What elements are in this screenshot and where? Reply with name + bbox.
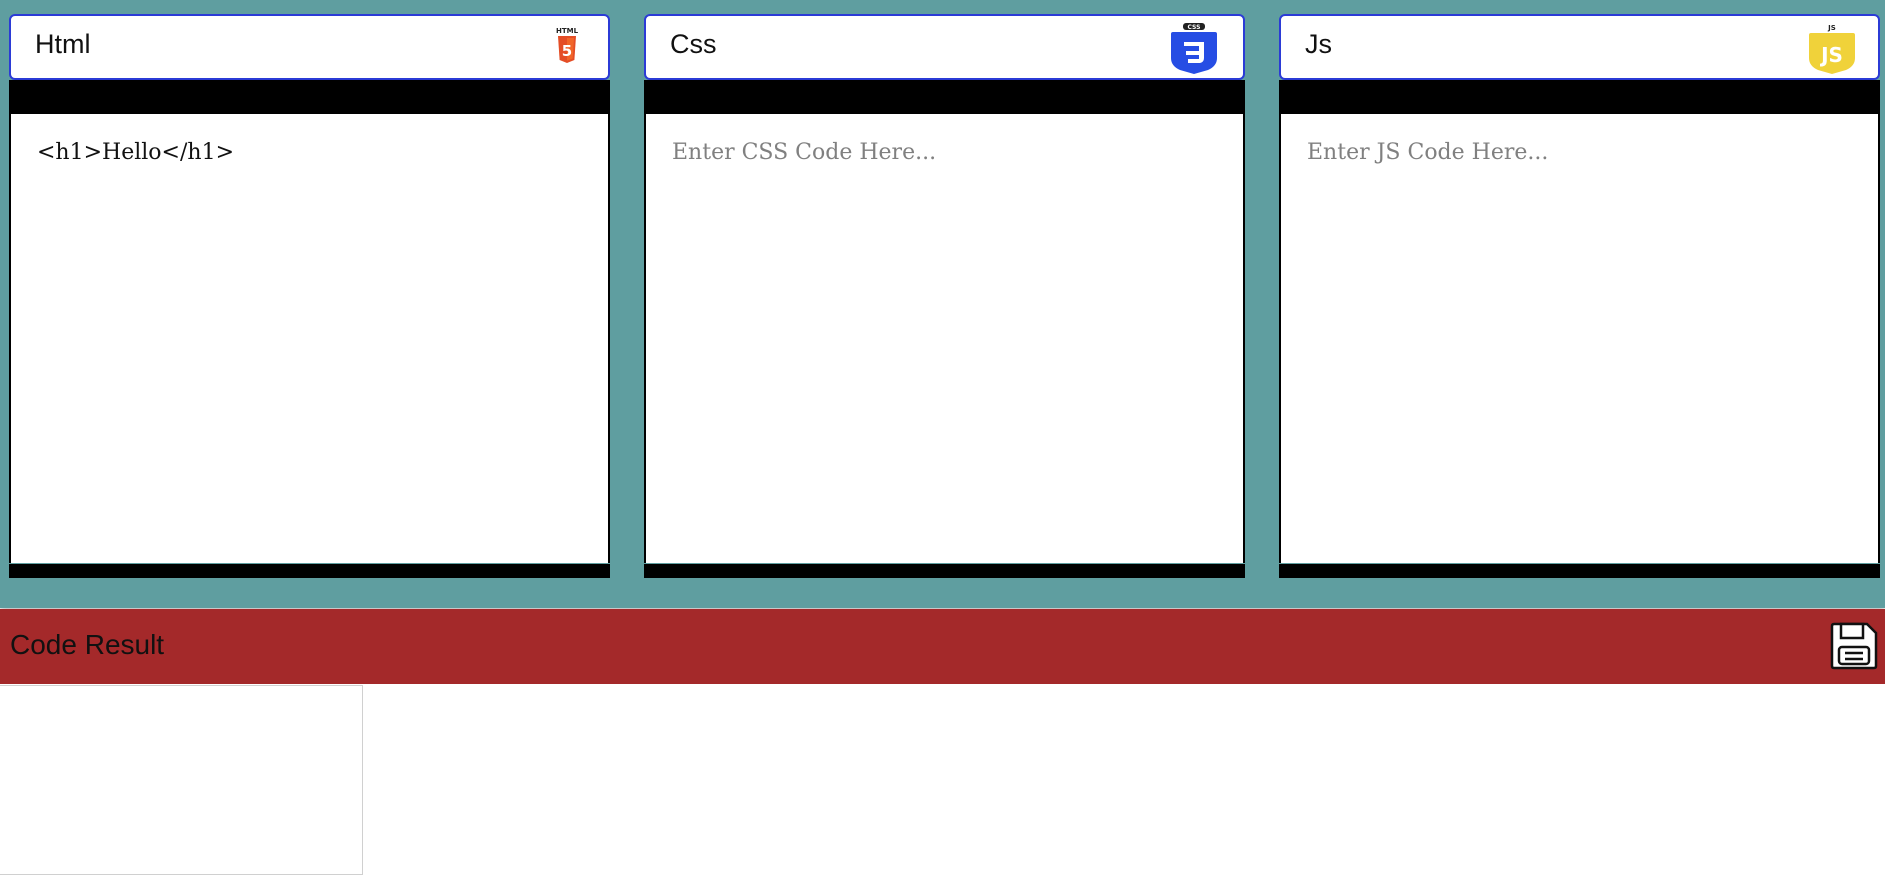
- editor-area: Html HTML 5 <h1>Hello</h1> Css CSS Enter…: [0, 0, 1885, 608]
- floppy-disk-icon[interactable]: [1829, 621, 1879, 671]
- js-panel-header: Js JS JS: [1279, 14, 1880, 80]
- js-panel: Js JS JS: [1279, 14, 1880, 578]
- html-panel-header: Html HTML 5: [9, 14, 610, 80]
- js-toolbar-bar: [1279, 80, 1880, 114]
- code-result-title: Code Result: [10, 629, 165, 660]
- code-result-output[interactable]: [0, 685, 363, 875]
- css-panel: Css CSS: [644, 14, 1245, 578]
- css-code-input[interactable]: [646, 114, 1243, 563]
- js-icon: JS JS: [1809, 24, 1855, 74]
- css-panel-header: Css CSS: [644, 14, 1245, 80]
- js-icon-label: JS: [1827, 24, 1836, 32]
- html5-icon-label: HTML: [556, 27, 579, 35]
- html-editor: <h1>Hello</h1>: [9, 114, 610, 563]
- html-toolbar-bar: [9, 80, 610, 114]
- html5-icon-glyph: 5: [562, 42, 572, 60]
- html-code-input[interactable]: <h1>Hello</h1>: [11, 114, 608, 563]
- js-editor: [1279, 114, 1880, 563]
- css-editor: [644, 114, 1245, 563]
- css-toolbar-bar: [644, 80, 1245, 114]
- js-panel-title: Js: [1305, 29, 1332, 59]
- html-status-bar: [9, 564, 610, 578]
- css-panel-title: Css: [670, 29, 717, 59]
- html-panel: Html HTML 5 <h1>Hello</h1>: [9, 14, 610, 578]
- html-panel-title: Html: [35, 29, 91, 59]
- css3-icon-label: CSS: [1188, 24, 1201, 31]
- css-status-bar: [644, 564, 1245, 578]
- js-status-bar: [1279, 564, 1880, 578]
- js-code-input[interactable]: [1281, 114, 1878, 563]
- js-icon-glyph: JS: [1819, 43, 1843, 67]
- html5-icon: HTML 5: [556, 27, 579, 63]
- code-result-bar: Code Result: [0, 609, 1885, 684]
- css3-icon: CSS: [1171, 23, 1217, 74]
